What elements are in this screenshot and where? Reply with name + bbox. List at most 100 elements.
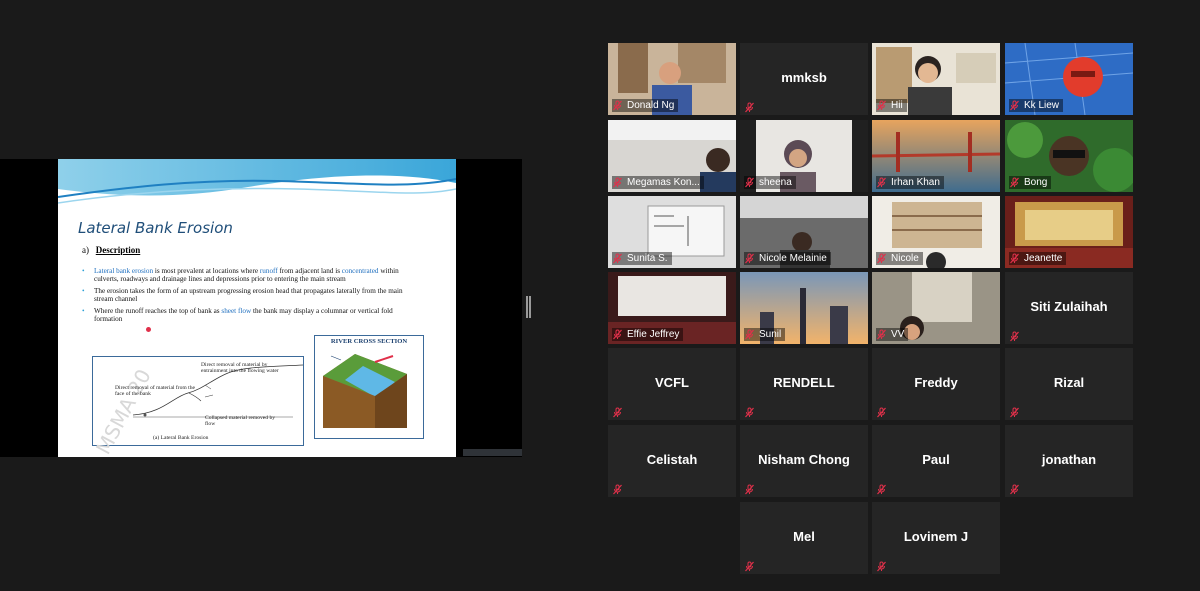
participant-name-label: sheena <box>744 176 796 189</box>
participant-tile-irhan-khan[interactable]: Irhan Khan <box>872 120 1000 192</box>
muted-mic-icon <box>876 100 887 111</box>
participant-name: Nicole <box>891 253 919 264</box>
participant-tile-kk-liew[interactable]: Kk Liew <box>1005 43 1133 115</box>
river-cross-section-figure: RIVER CROSS SECTION <box>314 335 424 439</box>
participant-tile-sheena[interactable]: sheena <box>740 120 868 192</box>
figure-label-3: Collapsed material removed by flow <box>205 415 276 427</box>
figure-label-1: Direct removal of material by entrainmen… <box>201 362 279 374</box>
participant-tile-bong[interactable]: Bong <box>1005 120 1133 192</box>
participant-name-label: Nicole <box>876 252 923 265</box>
participant-name: sheena <box>759 177 792 188</box>
muted-mic-icon <box>744 329 755 340</box>
participant-tile-paul[interactable]: Paul <box>872 425 1000 497</box>
splitter-handle[interactable] <box>526 296 531 318</box>
muted-mic-icon <box>612 100 623 111</box>
muted-mic-icon <box>612 329 623 340</box>
participant-tile-effie-jeffrey[interactable]: Effie Jeffrey <box>608 272 736 344</box>
figure-caption: (a) Lateral Bank Erosion <box>153 435 209 441</box>
participant-name-label: Irhan Khan <box>876 176 944 189</box>
participant-tile-nicole[interactable]: Nicole <box>872 196 1000 268</box>
participant-tile-nicole-melainie[interactable]: Nicole Melainie <box>740 196 868 268</box>
muted-mic-icon <box>876 482 887 495</box>
participant-tile-hii[interactable]: Hii <box>872 43 1000 115</box>
muted-mic-icon <box>1009 253 1020 264</box>
participant-tile-sunil[interactable]: Sunil <box>740 272 868 344</box>
participant-name: Nisham Chong <box>758 452 850 467</box>
muted-mic-icon <box>876 177 887 188</box>
participant-tile-lovinem-j[interactable]: Lovinem J <box>872 502 1000 574</box>
slide-subtitle: a) Description <box>82 245 141 255</box>
participant-name: Sunil <box>759 329 782 340</box>
participant-name-label: Bong <box>1009 176 1052 189</box>
participant-tile-mel[interactable]: Mel <box>740 502 868 574</box>
muted-mic-icon <box>612 253 623 264</box>
muted-mic-icon <box>744 100 755 113</box>
participant-name: Bong <box>1024 177 1048 188</box>
participant-tile-sunita-s[interactable]: Sunita S. <box>608 196 736 268</box>
muted-mic-icon <box>612 177 623 188</box>
participant-name: VCFL <box>655 375 689 390</box>
participant-name: jonathan <box>1041 452 1097 467</box>
participant-name: VV <box>891 329 905 340</box>
laser-pointer <box>146 327 151 332</box>
participant-name: Jeanette <box>1024 253 1063 264</box>
participant-name-label: Effie Jeffrey <box>612 328 684 341</box>
participant-tile-celistah[interactable]: Celistah <box>608 425 736 497</box>
participant-name: Hii <box>891 100 903 111</box>
participant-tile-rizal[interactable]: Rizal <box>1005 348 1133 420</box>
river-diagram <box>323 354 407 428</box>
participant-tile-jonathan[interactable]: jonathan <box>1005 425 1133 497</box>
muted-mic-icon <box>876 559 887 572</box>
slide-header-wave <box>58 159 456 207</box>
participant-name: Lovinem J <box>903 529 969 544</box>
muted-mic-icon <box>1009 405 1020 418</box>
shared-screen: Lateral Bank Erosion a) Description Late… <box>0 159 522 457</box>
bullet-2: The erosion takes the form of an upstrea… <box>82 287 414 304</box>
bullet-1: Lateral bank erosion is most prevalent a… <box>82 267 414 284</box>
bullet-3: Where the runoff reaches the top of bank… <box>82 307 414 324</box>
muted-mic-icon <box>744 405 755 418</box>
participant-name: Megamas Kon... <box>627 177 700 188</box>
participant-name: Nicole Melainie <box>759 253 827 264</box>
participant-name: Mel <box>793 529 815 544</box>
participant-name-label: Hii <box>876 99 907 112</box>
participant-tile-vv[interactable]: VV <box>872 272 1000 344</box>
muted-mic-icon <box>612 482 623 495</box>
muted-mic-icon <box>876 253 887 264</box>
muted-mic-icon <box>1009 100 1020 111</box>
participant-name-label: Donald Ng <box>612 99 679 112</box>
participant-name-label: Nicole Melainie <box>744 252 831 265</box>
share-minibar[interactable] <box>463 449 522 456</box>
muted-mic-icon <box>612 405 623 418</box>
muted-mic-icon <box>876 405 887 418</box>
participant-tile-siti-zulaihah[interactable]: Siti Zulaihah <box>1005 272 1133 344</box>
participant-name: Paul <box>922 452 950 467</box>
participant-tile-jeanette[interactable]: Jeanette <box>1005 196 1133 268</box>
muted-mic-icon <box>744 177 755 188</box>
participant-name: Freddy <box>914 375 958 390</box>
participant-name-label: Sunita S. <box>612 252 672 265</box>
participant-name: RENDELL <box>773 375 835 390</box>
participant-tile-vcfl[interactable]: VCFL <box>608 348 736 420</box>
participant-name: Donald Ng <box>627 100 675 111</box>
participant-name-label: Kk Liew <box>1009 99 1064 112</box>
slide-bullets: Lateral bank erosion is most prevalent a… <box>82 267 414 326</box>
participant-tile-megamas-kon[interactable]: Megamas Kon... <box>608 120 736 192</box>
participant-name-label: VV <box>876 328 909 341</box>
muted-mic-icon <box>1009 482 1020 495</box>
participant-name-label: Megamas Kon... <box>612 176 704 189</box>
participant-name-label: Sunil <box>744 328 786 341</box>
figure-label-2: Direct removal of material from the face… <box>115 385 195 397</box>
participant-name: Sunita S. <box>627 253 668 264</box>
participant-tile-nisham-chong[interactable]: Nisham Chong <box>740 425 868 497</box>
lateral-erosion-figure: MSMA 20 Direct removal of material by en… <box>91 356 304 457</box>
participant-tile-mmksb[interactable]: mmksb <box>740 43 868 115</box>
muted-mic-icon <box>744 482 755 495</box>
participant-tile-freddy[interactable]: Freddy <box>872 348 1000 420</box>
participant-tile-donald-ng[interactable]: Donald Ng <box>608 43 736 115</box>
slide-title: Lateral Bank Erosion <box>78 219 233 237</box>
participant-name-label: Jeanette <box>1009 252 1067 265</box>
participant-name: Effie Jeffrey <box>627 329 680 340</box>
participant-tile-rendell[interactable]: RENDELL <box>740 348 868 420</box>
muted-mic-icon <box>1009 329 1020 342</box>
